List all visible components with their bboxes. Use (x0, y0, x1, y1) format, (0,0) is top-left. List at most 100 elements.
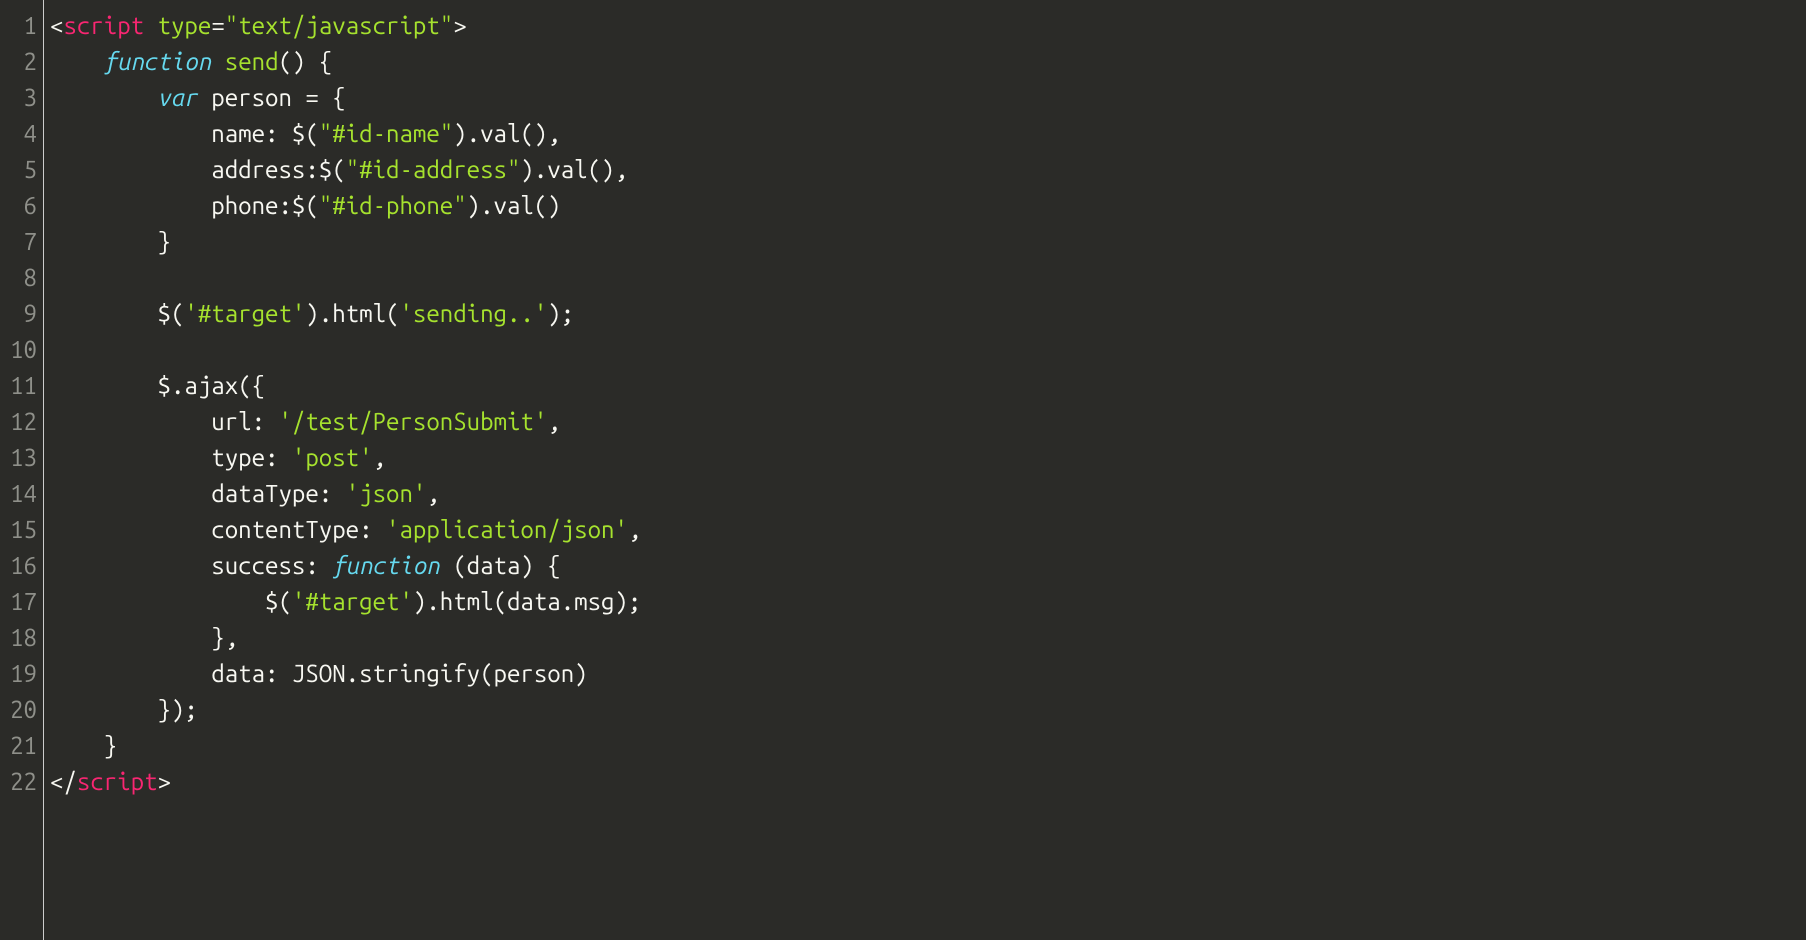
line-number: 13 (0, 440, 37, 476)
code-token: type: (50, 444, 292, 471)
code-token: = (211, 12, 224, 39)
code-token: address:$( (50, 156, 346, 183)
code-line[interactable]: }, (50, 620, 641, 656)
line-number: 19 (0, 656, 37, 692)
code-token: person (198, 84, 306, 111)
code-line[interactable]: } (50, 224, 641, 260)
code-token: var (158, 84, 198, 111)
line-number: 3 (0, 80, 37, 116)
code-token: </ (50, 768, 77, 795)
code-line[interactable]: $('#target').html('sending..'); (50, 296, 641, 332)
code-line[interactable]: $.ajax({ (50, 368, 641, 404)
line-number: 2 (0, 44, 37, 80)
code-token: data: JSON.stringify(person) (50, 660, 588, 687)
line-number: 4 (0, 116, 37, 152)
code-token: (data) { (440, 552, 561, 579)
code-token: script (77, 768, 158, 795)
code-token: function (104, 48, 212, 75)
line-number: 14 (0, 476, 37, 512)
line-number-gutter: 12345678910111213141516171819202122 (0, 0, 44, 940)
code-token: 'application/json' (386, 516, 628, 543)
code-token: ).val(), (520, 156, 628, 183)
code-token: , (628, 516, 641, 543)
code-token: script (63, 12, 144, 39)
code-line[interactable]: }); (50, 692, 641, 728)
code-token (144, 12, 157, 39)
code-area[interactable]: <script type="text/javascript"> function… (44, 0, 641, 940)
code-line[interactable]: $('#target').html(data.msg); (50, 584, 641, 620)
code-token: dataType: (50, 480, 346, 507)
code-token: () { (279, 48, 333, 75)
line-number: 10 (0, 332, 37, 368)
code-token: , (547, 408, 560, 435)
line-number: 22 (0, 764, 37, 800)
code-token: '#target' (184, 300, 305, 327)
line-number: 11 (0, 368, 37, 404)
code-token: ).val(), (453, 120, 561, 147)
code-line[interactable] (50, 332, 641, 368)
code-line[interactable]: <script type="text/javascript"> (50, 8, 641, 44)
code-token: ).html(data.msg); (413, 588, 641, 615)
code-line[interactable]: url: '/test/PersonSubmit', (50, 404, 641, 440)
code-token: '/test/PersonSubmit' (278, 408, 547, 435)
code-token: $( (50, 588, 292, 615)
code-token: name: $( (50, 120, 319, 147)
code-line[interactable]: function send() { (50, 44, 641, 80)
code-token: 'sending..' (399, 300, 547, 327)
code-token: , (426, 480, 439, 507)
line-number: 16 (0, 548, 37, 584)
code-line[interactable]: name: $("#id-name").val(), (50, 116, 641, 152)
line-number: 21 (0, 728, 37, 764)
line-number: 6 (0, 188, 37, 224)
line-number: 7 (0, 224, 37, 260)
code-token: success: (50, 552, 332, 579)
code-line[interactable]: dataType: 'json', (50, 476, 641, 512)
code-token: } (50, 732, 117, 759)
code-token: contentType: (50, 516, 386, 543)
line-number: 17 (0, 584, 37, 620)
code-token: "#id-phone" (319, 192, 467, 219)
line-number: 20 (0, 692, 37, 728)
code-token: ).html( (305, 300, 399, 327)
code-line[interactable]: contentType: 'application/json', (50, 512, 641, 548)
code-token: type (158, 12, 212, 39)
code-token (50, 48, 104, 75)
code-line[interactable]: } (50, 728, 641, 764)
code-token: $( (50, 300, 184, 327)
code-line[interactable]: success: function (data) { (50, 548, 641, 584)
line-number: 15 (0, 512, 37, 548)
line-number: 8 (0, 260, 37, 296)
code-token: url: (50, 408, 278, 435)
code-token (211, 48, 224, 75)
code-token: 'post' (292, 444, 373, 471)
code-token: < (50, 12, 63, 39)
line-number: 12 (0, 404, 37, 440)
code-token: } (50, 228, 171, 255)
code-line[interactable]: address:$("#id-address").val(), (50, 152, 641, 188)
line-number: 5 (0, 152, 37, 188)
code-token: 'json' (346, 480, 427, 507)
code-token: > (158, 768, 171, 795)
code-token: $.ajax({ (50, 372, 265, 399)
code-line[interactable] (50, 260, 641, 296)
code-token (50, 84, 158, 111)
code-line[interactable]: type: 'post', (50, 440, 641, 476)
code-line[interactable]: </script> (50, 764, 641, 800)
code-token: '#target' (292, 588, 413, 615)
code-token: "text/javascript" (225, 12, 453, 39)
code-token: "#id-address" (346, 156, 521, 183)
code-token: = { (305, 84, 345, 111)
line-number: 9 (0, 296, 37, 332)
code-token: "#id-name" (319, 120, 453, 147)
code-token: phone:$( (50, 192, 319, 219)
code-editor: 12345678910111213141516171819202122 <scr… (0, 0, 1806, 940)
code-line[interactable]: phone:$("#id-phone").val() (50, 188, 641, 224)
code-token: > (453, 12, 466, 39)
line-number: 1 (0, 8, 37, 44)
code-token: ).val() (467, 192, 561, 219)
code-token: , (373, 444, 386, 471)
code-token: }); (50, 696, 198, 723)
code-line[interactable]: data: JSON.stringify(person) (50, 656, 641, 692)
code-line[interactable]: var person = { (50, 80, 641, 116)
line-number: 18 (0, 620, 37, 656)
